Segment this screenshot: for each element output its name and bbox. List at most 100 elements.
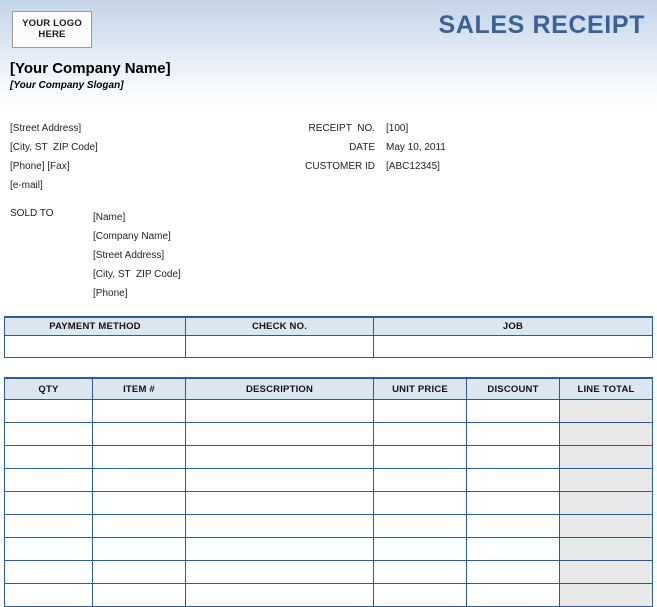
table-row <box>4 445 653 469</box>
item-number-cell[interactable] <box>92 583 186 607</box>
receipt-number-label: RECEIPT NO. <box>308 123 376 134</box>
table-row <box>4 422 653 446</box>
payment-method-table: PAYMENT METHOD CHECK NO. JOB <box>4 316 653 358</box>
discount-cell[interactable] <box>466 491 560 515</box>
job-header: JOB <box>373 316 653 336</box>
payment-method-header: PAYMENT METHOD <box>4 316 186 336</box>
description-cell[interactable] <box>185 468 374 492</box>
company-address-line[interactable]: [City, ST ZIP Code] <box>10 138 98 157</box>
payment-method-cell[interactable] <box>4 335 186 358</box>
description-header: DESCRIPTION <box>185 377 374 400</box>
line-total-cell[interactable] <box>559 583 653 607</box>
qty-cell[interactable] <box>4 491 93 515</box>
payment-table-header-row: PAYMENT METHOD CHECK NO. JOB <box>4 316 653 336</box>
unit-price-header: UNIT PRICE <box>373 377 467 400</box>
table-row <box>4 335 653 358</box>
discount-cell[interactable] <box>466 468 560 492</box>
sold-to-line[interactable]: [Street Address] <box>93 246 181 265</box>
check-no-cell[interactable] <box>185 335 374 358</box>
description-cell[interactable] <box>185 514 374 538</box>
company-slogan[interactable]: [Your Company Slogan] <box>10 80 124 91</box>
description-cell[interactable] <box>185 583 374 607</box>
line-total-cell[interactable] <box>559 537 653 561</box>
receipt-number-value[interactable]: [100] <box>386 119 408 138</box>
item-number-cell[interactable] <box>92 399 186 423</box>
item-number-cell[interactable] <box>92 560 186 584</box>
unit-price-cell[interactable] <box>373 583 467 607</box>
receipt-number-row: RECEIPT NO. [100] <box>250 119 446 138</box>
document-title: SALES RECEIPT <box>438 11 645 39</box>
discount-cell[interactable] <box>466 583 560 607</box>
qty-cell[interactable] <box>4 514 93 538</box>
logo-line-2: HERE <box>38 28 66 40</box>
company-address-line[interactable]: [Street Address] <box>10 119 98 138</box>
unit-price-cell[interactable] <box>373 560 467 584</box>
discount-cell[interactable] <box>466 422 560 446</box>
qty-cell[interactable] <box>4 560 93 584</box>
table-row <box>4 537 653 561</box>
table-row <box>4 514 653 538</box>
receipt-date-value[interactable]: May 10, 2011 <box>386 138 446 157</box>
sold-to-block: [Name] [Company Name] [Street Address] [… <box>93 208 181 303</box>
receipt-meta-block: RECEIPT NO. [100] DATE May 10, 2011 CUST… <box>250 119 446 176</box>
unit-price-cell[interactable] <box>373 537 467 561</box>
qty-cell[interactable] <box>4 468 93 492</box>
line-total-cell[interactable] <box>559 514 653 538</box>
unit-price-cell[interactable] <box>373 491 467 515</box>
item-number-cell[interactable] <box>92 491 186 515</box>
company-address-block: [Street Address] [City, ST ZIP Code] [Ph… <box>10 119 98 195</box>
line-total-cell[interactable] <box>559 422 653 446</box>
qty-cell[interactable] <box>4 399 93 423</box>
discount-header: DISCOUNT <box>466 377 560 400</box>
description-cell[interactable] <box>185 491 374 515</box>
qty-cell[interactable] <box>4 422 93 446</box>
description-cell[interactable] <box>185 537 374 561</box>
unit-price-cell[interactable] <box>373 422 467 446</box>
line-total-cell[interactable] <box>559 445 653 469</box>
job-cell[interactable] <box>373 335 653 358</box>
item-number-cell[interactable] <box>92 422 186 446</box>
qty-header: QTY <box>4 377 93 400</box>
line-total-cell[interactable] <box>559 560 653 584</box>
sold-to-line[interactable]: [Company Name] <box>93 227 181 246</box>
unit-price-cell[interactable] <box>373 399 467 423</box>
sold-to-line[interactable]: [Name] <box>93 208 181 227</box>
table-row <box>4 468 653 492</box>
qty-cell[interactable] <box>4 445 93 469</box>
table-row <box>4 583 653 607</box>
description-cell[interactable] <box>185 445 374 469</box>
items-table-body <box>4 399 653 607</box>
sold-to-line[interactable]: [Phone] <box>93 284 181 303</box>
description-cell[interactable] <box>185 399 374 423</box>
table-row <box>4 491 653 515</box>
sold-to-line[interactable]: [City, ST ZIP Code] <box>93 265 181 284</box>
unit-price-cell[interactable] <box>373 445 467 469</box>
discount-cell[interactable] <box>466 399 560 423</box>
qty-cell[interactable] <box>4 583 93 607</box>
items-table-header-row: QTY ITEM # DESCRIPTION UNIT PRICE DISCOU… <box>4 377 653 400</box>
item-number-cell[interactable] <box>92 445 186 469</box>
item-number-cell[interactable] <box>92 468 186 492</box>
line-total-cell[interactable] <box>559 468 653 492</box>
line-total-cell[interactable] <box>559 399 653 423</box>
item-number-cell[interactable] <box>92 514 186 538</box>
company-address-line[interactable]: [Phone] [Fax] <box>10 157 98 176</box>
unit-price-cell[interactable] <box>373 514 467 538</box>
customer-id-value[interactable]: [ABC12345] <box>386 157 440 176</box>
company-name[interactable]: [Your Company Name] <box>10 60 171 77</box>
discount-cell[interactable] <box>466 537 560 561</box>
qty-cell[interactable] <box>4 537 93 561</box>
item-number-cell[interactable] <box>92 537 186 561</box>
logo-line-1: YOUR LOGO <box>22 17 82 29</box>
line-total-cell[interactable] <box>559 491 653 515</box>
description-cell[interactable] <box>185 560 374 584</box>
company-address-line[interactable]: [e-mail] <box>10 176 98 195</box>
line-items-table: QTY ITEM # DESCRIPTION UNIT PRICE DISCOU… <box>4 377 653 607</box>
discount-cell[interactable] <box>466 560 560 584</box>
discount-cell[interactable] <box>466 514 560 538</box>
item-number-header: ITEM # <box>92 377 186 400</box>
logo-placeholder[interactable]: YOUR LOGO HERE <box>12 11 92 48</box>
unit-price-cell[interactable] <box>373 468 467 492</box>
description-cell[interactable] <box>185 422 374 446</box>
discount-cell[interactable] <box>466 445 560 469</box>
